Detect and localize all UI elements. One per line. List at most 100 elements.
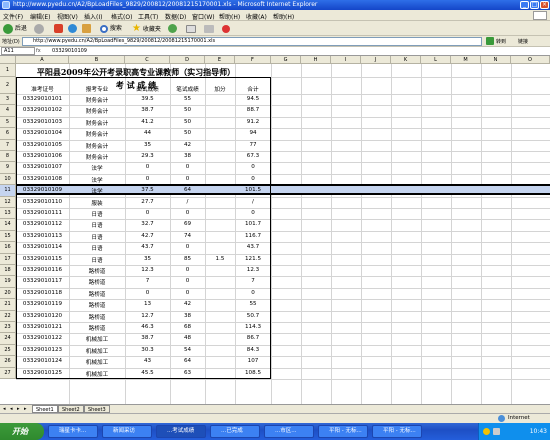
cell-interview[interactable]: 0 [125, 210, 170, 216]
cell-major[interactable]: 路桥道 [69, 301, 125, 309]
cell-total[interactable]: 91.2 [235, 119, 271, 125]
cell-total[interactable]: 0 [235, 210, 271, 216]
cell-total[interactable]: 67.3 [235, 153, 271, 159]
cell-written[interactable]: 55 [170, 96, 205, 102]
cell-interview[interactable]: 7 [125, 278, 170, 284]
tray-icon[interactable] [483, 428, 490, 435]
cell-written[interactable]: 42 [170, 301, 205, 307]
cell-total[interactable]: 0 [235, 164, 271, 170]
cell-major[interactable]: 法学 [69, 187, 125, 195]
cell-exam-id[interactable]: 03329010102 [16, 107, 69, 113]
close-button[interactable]: × [540, 1, 549, 9]
row-header[interactable]: 5 [0, 116, 16, 129]
select-all-corner[interactable] [0, 56, 16, 64]
menu-help-ie[interactable]: 帮助(H) [273, 12, 294, 21]
forward-button[interactable] [34, 23, 44, 34]
cell-interview[interactable]: 12.7 [125, 313, 170, 319]
address-input[interactable]: http://www.pyedu.cn/A2/BpLoadFiles_9829/… [22, 37, 482, 46]
cell-exam-id[interactable]: 03329010105 [16, 142, 69, 148]
column-header-h[interactable]: H [301, 56, 331, 64]
go-arrow-icon[interactable] [486, 37, 494, 45]
cell-exam-id[interactable]: 03329010124 [16, 358, 69, 364]
volume-icon[interactable] [493, 428, 500, 435]
column-header-a[interactable]: A [16, 56, 69, 64]
column-header-e[interactable]: E [205, 56, 235, 64]
cell-exam-id[interactable]: 03329010111 [16, 210, 69, 216]
fx-label[interactable]: fx [36, 47, 46, 55]
row-header[interactable]: 24 [0, 333, 16, 345]
row-header[interactable]: 20 [0, 287, 16, 300]
cell-exam-id[interactable]: 03329010121 [16, 324, 69, 330]
cell-total[interactable]: 107 [235, 358, 271, 364]
row-header[interactable]: 21 [0, 299, 16, 311]
menu-insert[interactable]: 插入(I) [84, 12, 102, 21]
cell-written[interactable]: 63 [170, 370, 205, 376]
cell-written[interactable]: 38 [170, 153, 205, 159]
cell-interview[interactable]: 41.2 [125, 119, 170, 125]
cell-total[interactable]: 94 [235, 130, 271, 136]
menu-view[interactable]: 视图(V) [57, 12, 78, 21]
cell-total[interactable]: / [235, 199, 271, 205]
row-header[interactable]: 4 [0, 105, 16, 117]
cell-interview[interactable]: 35 [125, 256, 170, 262]
cell-written[interactable]: 0 [170, 210, 205, 216]
row-header[interactable]: 18 [0, 265, 16, 277]
cell-exam-id[interactable]: 03329010119 [16, 301, 69, 307]
cell-exam-id[interactable]: 03329010110 [16, 199, 69, 205]
column-header-l[interactable]: L [421, 56, 451, 64]
column-header-f[interactable]: F [235, 56, 271, 64]
cell-major[interactable]: 法学 [69, 176, 125, 184]
cell-total[interactable]: 101.5 [235, 187, 271, 193]
cell-exam-id[interactable]: 03329010104 [16, 130, 69, 136]
cell-exam-id[interactable]: 03329010113 [16, 233, 69, 239]
cell-major[interactable]: 机械加工 [69, 370, 125, 378]
taskbar-item-2[interactable]: 新闻采访 [102, 425, 152, 438]
column-header-m[interactable]: M [451, 56, 481, 64]
cell-major[interactable]: 路桥道 [69, 290, 125, 298]
taskbar-item-5[interactable]: ...市区... [264, 425, 314, 438]
cell-written[interactable]: 50 [170, 119, 205, 125]
cell-major[interactable]: 法学 [69, 164, 125, 172]
cell-total[interactable]: 0 [235, 176, 271, 182]
cell-major[interactable]: 日语 [69, 210, 125, 218]
row-header[interactable]: 23 [0, 322, 16, 334]
minimize-button[interactable]: _ [520, 1, 529, 9]
menu-window[interactable]: 窗口(W) [192, 12, 215, 21]
cell-total[interactable]: 94.5 [235, 96, 271, 102]
cell-written[interactable]: 0 [170, 278, 205, 284]
row-header[interactable]: 13 [0, 208, 16, 220]
cell-interview[interactable]: 13 [125, 301, 170, 307]
last-sheet-arrow-icon[interactable]: ▸ [24, 406, 27, 412]
back-button[interactable]: 后退 [3, 23, 27, 34]
menu-favorites[interactable]: 收藏(A) [246, 12, 267, 21]
cell-major[interactable]: 机械加工 [69, 347, 125, 355]
menu-format[interactable]: 格式(O) [111, 12, 132, 21]
cell-major[interactable]: 服装 [69, 199, 125, 207]
cell-interview[interactable]: 38.7 [125, 335, 170, 341]
row-header[interactable]: 22 [0, 310, 16, 322]
cell-major[interactable]: 日语 [69, 221, 125, 229]
cell-total[interactable]: 55 [235, 301, 271, 307]
cell-total[interactable]: 43.7 [235, 244, 271, 250]
home-button[interactable] [82, 23, 91, 34]
cell-interview[interactable]: 39.5 [125, 96, 170, 102]
row-header[interactable]: 11 [0, 185, 16, 197]
column-header-g[interactable]: G [271, 56, 301, 64]
cell-major[interactable]: 财务会计 [69, 130, 125, 138]
row-header[interactable]: 7 [0, 139, 16, 151]
cell-major[interactable]: 路桥道 [69, 267, 125, 275]
cell-major[interactable]: 日语 [69, 244, 125, 252]
cell-total[interactable]: 77 [235, 142, 271, 148]
cell-exam-id[interactable]: 03329010116 [16, 267, 69, 273]
prev-sheet-arrow-icon[interactable]: ◂ [10, 406, 13, 412]
cell-exam-id[interactable]: 03329010106 [16, 153, 69, 159]
cell-interview[interactable]: 0 [125, 164, 170, 170]
cell-written[interactable]: 69 [170, 221, 205, 227]
cell-total[interactable]: 86.7 [235, 335, 271, 341]
row-header[interactable]: 16 [0, 242, 16, 254]
cell-written[interactable]: 42 [170, 142, 205, 148]
cell-interview[interactable]: 37.5 [125, 187, 170, 193]
cell-total[interactable]: 121.5 [235, 256, 271, 262]
row-header[interactable]: 2 [0, 77, 16, 94]
cell-exam-id[interactable]: 03329010107 [16, 164, 69, 170]
